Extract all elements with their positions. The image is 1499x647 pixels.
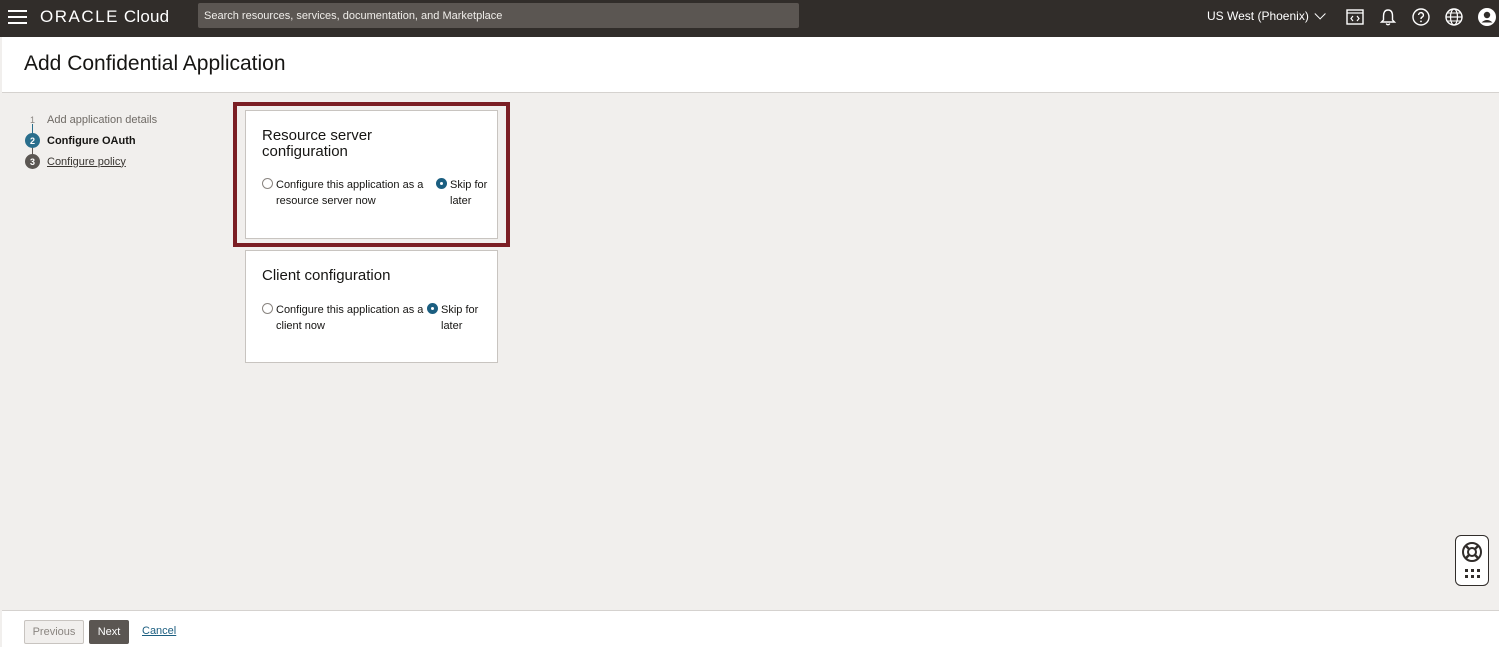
page-header: Add Confidential Application — [2, 37, 1499, 93]
lifebuoy-icon — [1462, 542, 1482, 562]
radio-label: Skip for later — [441, 304, 479, 332]
radio-unchecked-icon[interactable] — [262, 303, 273, 314]
client-config-radio-group: Configure this application as a client n… — [262, 302, 487, 334]
configure-client-radio[interactable]: Configure this application as a client n… — [262, 302, 427, 334]
resource-server-configuration-card: Resource server configuration Configure … — [245, 110, 498, 239]
region-selector[interactable]: US West (Phoenix) — [1207, 8, 1326, 23]
radio-label: Skip for later — [450, 179, 488, 207]
region-label: US West (Phoenix) — [1207, 9, 1309, 23]
step-number: 1 — [29, 114, 35, 125]
step-label[interactable]: Configure policy — [47, 156, 126, 168]
card-title: Client configuration — [262, 267, 391, 284]
cancel-link[interactable]: Cancel — [142, 625, 176, 637]
help-widget-button[interactable] — [1455, 535, 1489, 586]
card-title: Resource server configuration — [262, 127, 373, 160]
step-label: Configure OAuth — [47, 134, 136, 147]
user-icon[interactable] — [1477, 7, 1497, 27]
radio-label: Configure this application as a resource… — [276, 179, 424, 207]
brand-name: ORACLE — [40, 7, 119, 26]
next-button[interactable]: Next — [89, 620, 129, 644]
step-number: 2 — [25, 133, 40, 148]
wizard-steps: 1 Add application details 2 Configure OA… — [25, 109, 157, 172]
help-icon[interactable] — [1411, 7, 1431, 27]
client-configuration-card: Client configuration Configure this appl… — [245, 250, 498, 363]
step-number: 3 — [25, 154, 40, 169]
step-configure-oauth: 2 Configure OAuth — [25, 130, 157, 151]
skip-resource-server-radio[interactable]: Skip for later — [436, 177, 496, 209]
apps-grid-icon — [1465, 569, 1481, 578]
previous-button[interactable]: Previous — [24, 620, 84, 644]
globe-icon[interactable] — [1444, 7, 1464, 27]
oracle-cloud-logo[interactable]: ORACLE Cloud — [40, 7, 169, 27]
wizard-footer: Previous Next Cancel — [2, 610, 1499, 647]
resource-server-radio-group: Configure this application as a resource… — [262, 177, 496, 209]
step-add-application-details: 1 Add application details — [25, 109, 157, 130]
radio-unchecked-icon[interactable] — [262, 178, 273, 189]
chevron-down-icon — [1314, 8, 1326, 20]
bell-icon[interactable] — [1378, 7, 1398, 27]
configure-resource-server-radio[interactable]: Configure this application as a resource… — [262, 177, 436, 209]
top-navigation-bar: ORACLE Cloud US West (Phoenix) — [0, 0, 1499, 37]
hamburger-menu-icon[interactable] — [8, 10, 27, 24]
radio-checked-icon[interactable] — [427, 303, 438, 314]
radio-checked-icon[interactable] — [436, 178, 447, 189]
code-editor-icon[interactable] — [1345, 7, 1365, 27]
step-configure-policy[interactable]: 3 Configure policy — [25, 151, 157, 172]
step-label: Add application details — [47, 113, 158, 126]
skip-client-radio[interactable]: Skip for later — [427, 302, 487, 334]
page-title: Add Confidential Application — [24, 52, 286, 75]
brand-suffix: Cloud — [123, 7, 170, 26]
search-input[interactable] — [198, 3, 799, 28]
radio-label: Configure this application as a client n… — [276, 304, 424, 332]
